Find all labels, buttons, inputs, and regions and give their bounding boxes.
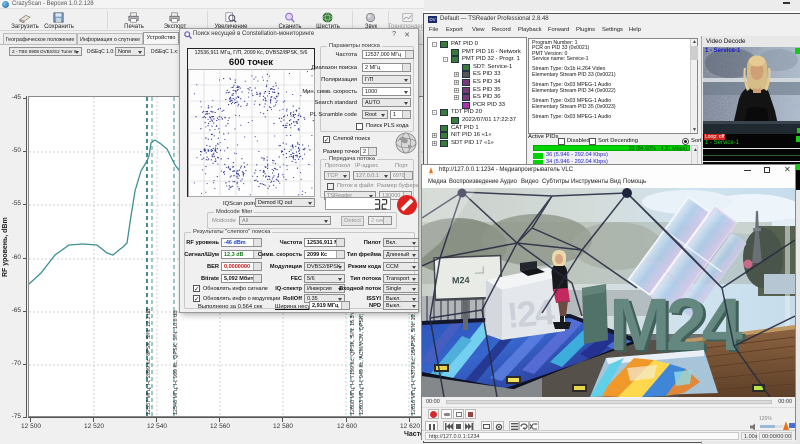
svg-text:12603 МГц, H, 949 Кс, ACM/VCM,: 12603 МГц, H, 949 Кс, ACM/VCM, QPSK, 2/3… (359, 296, 365, 415)
svg-text:12546 МГц, H, 999 Кс, QPSK, S/: 12546 МГц, H, 999 Кс, QPSK, S/N: 10.8 dB (173, 310, 179, 415)
svg-text:12537 МГц, H, 2099 Кс, 8PSK, S: 12537 МГц, H, 2099 Кс, 8PSK, S/N: 12.3 d… (146, 308, 152, 415)
svg-text:12600 МГц, H, 7199 Кс, QPSK, S: 12600 МГц, H, 7199 Кс, QPSK, S/N: 16.3 d… (350, 307, 356, 415)
svg-text:!24: !24 (505, 291, 556, 336)
svg-text:М24: М24 (452, 275, 470, 286)
